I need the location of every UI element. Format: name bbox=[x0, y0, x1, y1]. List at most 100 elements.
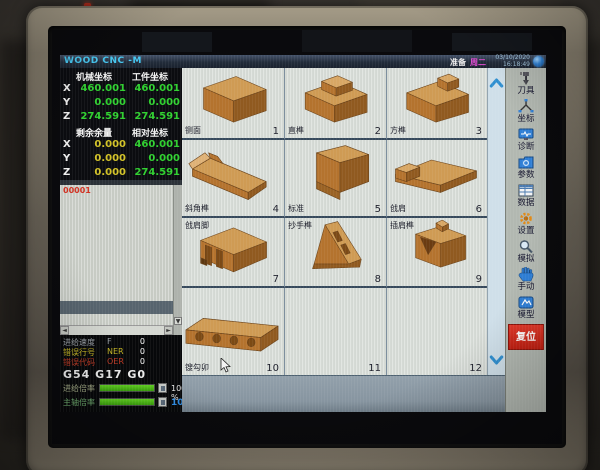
coordinate-icon bbox=[517, 99, 535, 114]
title-bar: WOOD CNC -M 准备 周二 03/10/2020 16:18:49 bbox=[60, 55, 546, 68]
coordinates-header-2: 剩余余量 相对坐标 bbox=[60, 124, 182, 138]
joint-cell-12[interactable]: 12 bbox=[387, 288, 487, 375]
reset-button[interactable]: 复位 bbox=[508, 324, 544, 350]
cnc-application-window: WOOD CNC -M 准备 周二 03/10/2020 16:18:49 机械… bbox=[60, 55, 546, 412]
error-line-label: 错误行号 bbox=[63, 348, 95, 357]
mouse-cursor bbox=[220, 358, 231, 373]
scroll-right-arrow-icon[interactable]: ► bbox=[164, 326, 173, 335]
joint-template-grid: 铡面 1 直榫 2 bbox=[182, 68, 487, 375]
joint-image-plain-block bbox=[184, 70, 280, 127]
program-horizontal-scrollbar[interactable]: ◄ ► bbox=[60, 325, 173, 335]
simulate-magnifier-icon bbox=[517, 239, 535, 254]
coord-row-z2: Z 0.000 274.591 bbox=[60, 166, 182, 180]
spindle-override-fill bbox=[100, 399, 154, 405]
relative-x-value: 460.001 bbox=[128, 139, 180, 150]
program-listing-area[interactable]: 00001 ▼ ◄ ► bbox=[60, 185, 182, 335]
work-x-value: 460.001 bbox=[128, 83, 180, 94]
feed-override-slider-handle[interactable] bbox=[158, 383, 167, 393]
joint-cell-6[interactable]: 戗肩 6 bbox=[387, 140, 487, 218]
time-text: 16:18:49 bbox=[503, 61, 530, 68]
feed-override-fill bbox=[100, 385, 154, 391]
error-line-value: 0 bbox=[121, 347, 145, 356]
program-selected-line[interactable] bbox=[60, 301, 173, 314]
work-z-value: 274.591 bbox=[128, 111, 180, 122]
joint-image-square-tenon bbox=[389, 70, 483, 127]
parameter-icon bbox=[517, 155, 535, 170]
remaining-y-value: 0.000 bbox=[70, 153, 126, 164]
work-y-value: 0.000 bbox=[128, 97, 180, 108]
joint-cell-8[interactable]: 抄手榫 8 bbox=[285, 218, 387, 288]
photo-of-cnc-monitor: WOOD CNC -M 准备 周二 03/10/2020 16:18:49 机械… bbox=[0, 0, 600, 470]
feed-rate-value: 0 bbox=[121, 337, 145, 346]
error-code-row: 错误代码 OER 0 bbox=[63, 357, 181, 368]
remaining-z-value: 0.000 bbox=[70, 167, 126, 178]
coord-row-y2: Y 0.000 0.000 bbox=[60, 152, 182, 166]
error-code-label: 错误代码 bbox=[63, 358, 95, 367]
grid-page-scrollbar[interactable] bbox=[487, 68, 505, 375]
scroll-down-arrow-icon[interactable]: ▼ bbox=[174, 317, 182, 325]
app-title: WOOD CNC -M bbox=[64, 56, 142, 66]
screen-reflection bbox=[302, 30, 412, 52]
spindle-override-bar[interactable] bbox=[99, 398, 155, 406]
joint-cell-10[interactable]: 锼勾卯 10 bbox=[182, 288, 285, 375]
manual-hand-icon bbox=[517, 267, 535, 282]
coord-row-y: Y 0.000 0.000 bbox=[60, 96, 182, 110]
data-icon bbox=[517, 183, 535, 198]
sidebar-item-tool[interactable]: 刀具 bbox=[506, 70, 546, 98]
relative-y-value: 0.000 bbox=[128, 153, 180, 164]
joint-cell-2[interactable]: 直榫 2 bbox=[285, 68, 387, 140]
remaining-x-value: 0.000 bbox=[70, 139, 126, 150]
spindle-override-label: 主轴倍率 bbox=[63, 398, 95, 407]
scroll-left-arrow-icon[interactable]: ◄ bbox=[60, 326, 69, 335]
coord-row-z: Z 274.591 274.591 bbox=[60, 110, 182, 124]
diagnosis-icon bbox=[517, 127, 535, 142]
spindle-override-slider-handle[interactable] bbox=[158, 397, 167, 407]
sidebar-item-parameters[interactable]: 参数 bbox=[506, 154, 546, 182]
function-sidebar: 刀具 坐标 诊断 参数 bbox=[505, 68, 546, 412]
sidebar-item-diagnosis[interactable]: 诊断 bbox=[506, 126, 546, 154]
program-vertical-scrollbar[interactable]: ▼ bbox=[173, 185, 182, 335]
joint-cell-9[interactable]: 插肩榫 9 bbox=[387, 218, 487, 288]
coord-row-x: X 460.001 460.001 bbox=[60, 82, 182, 96]
page-down-chevron-icon[interactable] bbox=[489, 353, 504, 367]
joint-cell-11[interactable]: 11 bbox=[285, 288, 387, 375]
joint-cell-7[interactable]: 戗肩脚 7 bbox=[182, 218, 285, 288]
settings-gear-icon bbox=[517, 211, 535, 226]
feed-override-row: 进给倍率 100 % bbox=[63, 383, 181, 395]
feed-rate-code: F bbox=[107, 337, 112, 346]
machine-status-badge: 准备 bbox=[450, 57, 466, 68]
network-globe-icon[interactable] bbox=[533, 56, 544, 67]
relative-z-value: 274.591 bbox=[128, 167, 180, 178]
joint-cell-4[interactable]: 斜角榫 4 bbox=[182, 140, 285, 218]
sidebar-item-data[interactable]: 数据 bbox=[506, 182, 546, 210]
sidebar-item-model[interactable]: 模型 bbox=[506, 294, 546, 322]
coordinates-header: 机械坐标 工件坐标 bbox=[60, 68, 182, 82]
datetime-display: 03/10/2020 16:18:49 bbox=[495, 55, 530, 68]
joint-image-drilled-beam bbox=[184, 290, 280, 364]
sidebar-item-coordinates[interactable]: 坐标 bbox=[506, 98, 546, 126]
coord-row-x2: X 0.000 460.001 bbox=[60, 138, 182, 152]
joint-cell-1[interactable]: 铡面 1 bbox=[182, 68, 285, 140]
feed-override-label: 进给倍率 bbox=[63, 384, 95, 393]
model-icon bbox=[517, 295, 535, 310]
joint-cell-3[interactable]: 方榫 3 bbox=[387, 68, 487, 140]
error-code-value: 0 bbox=[121, 357, 145, 366]
joint-image-straight-tenon bbox=[287, 70, 382, 127]
page-up-chevron-icon[interactable] bbox=[489, 76, 504, 90]
coordinates-panel: 机械坐标 工件坐标 X 460.001 460.001 Y 0.000 0.00… bbox=[60, 68, 182, 180]
joint-cell-5[interactable]: 标准 5 bbox=[285, 140, 387, 218]
grid-footer-strip bbox=[182, 375, 505, 412]
tool-icon bbox=[517, 71, 535, 86]
sidebar-item-simulate[interactable]: 模拟 bbox=[506, 238, 546, 266]
joint-image-miter-tenon bbox=[184, 142, 280, 205]
program-number: 00001 bbox=[63, 186, 91, 195]
machine-y-value: 0.000 bbox=[70, 97, 126, 108]
sidebar-item-manual[interactable]: 手动 bbox=[506, 266, 546, 294]
feed-override-bar[interactable] bbox=[99, 384, 155, 392]
joint-image-standard-block bbox=[287, 142, 382, 205]
machine-z-value: 274.591 bbox=[70, 111, 126, 122]
weekday-label: 周二 bbox=[470, 57, 486, 68]
machine-x-value: 460.001 bbox=[70, 83, 126, 94]
sidebar-item-settings[interactable]: 设置 bbox=[506, 210, 546, 238]
active-gcodes: G54 G17 G0 bbox=[63, 368, 146, 381]
